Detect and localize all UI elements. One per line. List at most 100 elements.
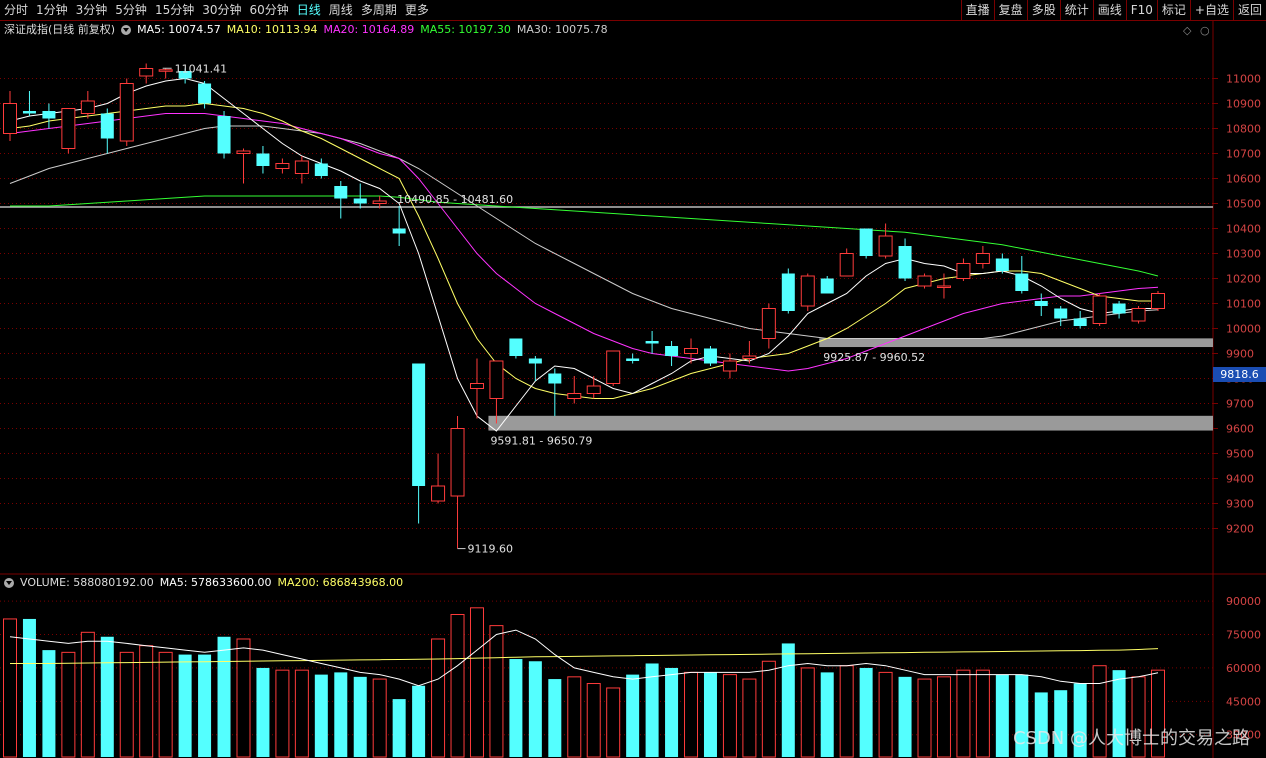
volume-tick-label-4: 90000	[1226, 595, 1261, 608]
candle-body-3	[61, 108, 76, 149]
price-tick-label-3: 9500	[1226, 448, 1254, 461]
candle-body-27	[528, 358, 542, 364]
period-tab-3[interactable]: 5分钟	[111, 0, 151, 20]
price-tick-label-5: 9700	[1226, 398, 1254, 411]
volume-bar-47	[917, 678, 932, 758]
period-toolbar: 分时 1分钟 3分钟 5分钟 15分钟 30分钟 60分钟 日线 周线 多周期 更多 直播 复盘 多股统…	[0, 0, 1266, 21]
candle-body-24	[469, 383, 484, 389]
chart-canvas[interactable]: 9200930094009500960097009800990010000101…	[0, 21, 1266, 758]
volume-bar-19	[372, 678, 387, 758]
volume-bar-4	[80, 631, 95, 758]
candle-body-30	[586, 385, 601, 394]
candle-body-7	[139, 68, 154, 77]
period-tab-7[interactable]: 日线	[293, 0, 325, 20]
tool-button-4[interactable]: 画线	[1092, 0, 1126, 20]
volume-bar-31	[606, 687, 621, 758]
price-tick-label-1: 9300	[1226, 498, 1254, 511]
candle-body-46	[898, 246, 912, 279]
high-label: 11041.41	[175, 62, 228, 75]
candle-body-0	[3, 103, 17, 134]
price-tick-label-9: 10100	[1226, 298, 1261, 311]
candle-body-58	[1131, 308, 1146, 322]
candle-body-22	[431, 485, 446, 502]
price-tick-label-10: 10200	[1226, 273, 1261, 286]
tool-button-7[interactable]: +自选	[1189, 0, 1233, 20]
volume-bar-26	[509, 659, 523, 757]
candle-body-19	[372, 200, 387, 204]
tool-button-6[interactable]: 标记	[1156, 0, 1190, 20]
volume-bar-30	[586, 683, 601, 758]
candle-body-37	[722, 360, 737, 372]
candle-body-51	[995, 258, 1009, 271]
candle-body-34	[665, 346, 679, 356]
volume-bar-37	[722, 674, 737, 758]
candle-body-42	[820, 278, 834, 294]
period-tab-2[interactable]: 3分钟	[72, 0, 112, 20]
volume-bar-20	[392, 699, 406, 757]
volume-bar-38	[742, 678, 757, 758]
volume-bar-22	[431, 638, 446, 758]
candle-body-4	[80, 100, 95, 114]
candle-body-48	[936, 285, 951, 288]
candle-body-17	[334, 186, 348, 199]
candle-body-1	[22, 111, 36, 114]
volume-bar-40	[781, 643, 795, 757]
tool-button-2[interactable]: 多股	[1026, 0, 1060, 20]
candle-body-12	[236, 150, 251, 154]
volume-bar-29	[567, 676, 582, 758]
volume-bar-6	[119, 651, 134, 758]
tool-buttons: 直播 复盘 多股 统计 画线 F10 标记 +自选 返回	[960, 0, 1266, 20]
price-tick-label-4: 9600	[1226, 423, 1254, 436]
volume-bar-2	[42, 650, 56, 757]
tool-button-8[interactable]: 返回	[1232, 0, 1266, 20]
period-tab-1[interactable]: 1分钟	[32, 0, 72, 20]
candle-body-36	[703, 348, 717, 364]
candle-body-49	[956, 263, 971, 279]
period-tab-6[interactable]: 60分钟	[246, 0, 293, 20]
period-tab-10[interactable]: 更多	[401, 0, 433, 20]
volume-bar-16	[314, 674, 328, 757]
tool-button-1[interactable]: 复盘	[993, 0, 1027, 20]
candle-body-57	[1112, 303, 1126, 314]
candle-body-45	[878, 235, 893, 257]
volume-bar-5	[100, 636, 114, 757]
volume-bar-42	[820, 672, 834, 757]
ma10-line	[9, 102, 1158, 399]
period-tab-0[interactable]: 分时	[0, 0, 32, 20]
volume-bar-9	[178, 654, 192, 757]
candle-body-8	[158, 69, 173, 72]
period-tab-4[interactable]: 15分钟	[151, 0, 198, 20]
watermark: CSDN @人大博士的交易之路	[1012, 728, 1250, 749]
candle-body-53	[1034, 301, 1048, 306]
volume-bar-43	[839, 665, 854, 758]
current-price-tag: 9818.6	[1213, 366, 1266, 382]
candle-body-59	[1151, 293, 1165, 309]
period-tab-5[interactable]: 30分钟	[198, 0, 245, 20]
volume-bar-8	[158, 651, 173, 758]
tool-button-5[interactable]: F10	[1125, 0, 1157, 20]
volume-bar-35	[684, 671, 699, 758]
tool-button-0[interactable]: 直播	[960, 0, 994, 20]
price-tick-label-8: 10000	[1226, 323, 1261, 336]
volume-bar-0	[3, 618, 17, 758]
tool-button-3[interactable]: 统计	[1059, 0, 1093, 20]
candle-body-5	[100, 113, 114, 139]
price-tick-label-17: 10900	[1226, 98, 1261, 111]
candle-body-23	[450, 428, 465, 497]
price-tick-label-7: 9900	[1226, 348, 1254, 361]
price-tick-label-13: 10500	[1226, 198, 1261, 211]
volume-bar-27	[528, 661, 542, 757]
volume-tick-label-1: 45000	[1226, 695, 1261, 708]
candle-body-35	[684, 348, 699, 354]
candle-body-16	[314, 163, 328, 176]
candle-body-11	[217, 116, 231, 154]
candle-body-21	[412, 363, 426, 486]
volume-bar-50	[975, 669, 990, 758]
zone1-label: 10490.85 - 10481.60	[397, 193, 513, 206]
candle-body-32	[626, 358, 640, 361]
period-tab-9[interactable]: 多周期	[357, 0, 401, 20]
period-tab-8[interactable]: 周线	[325, 0, 357, 20]
volume-bar-23	[450, 613, 465, 758]
candle-body-41	[800, 275, 815, 307]
support-zone2	[819, 338, 1213, 348]
